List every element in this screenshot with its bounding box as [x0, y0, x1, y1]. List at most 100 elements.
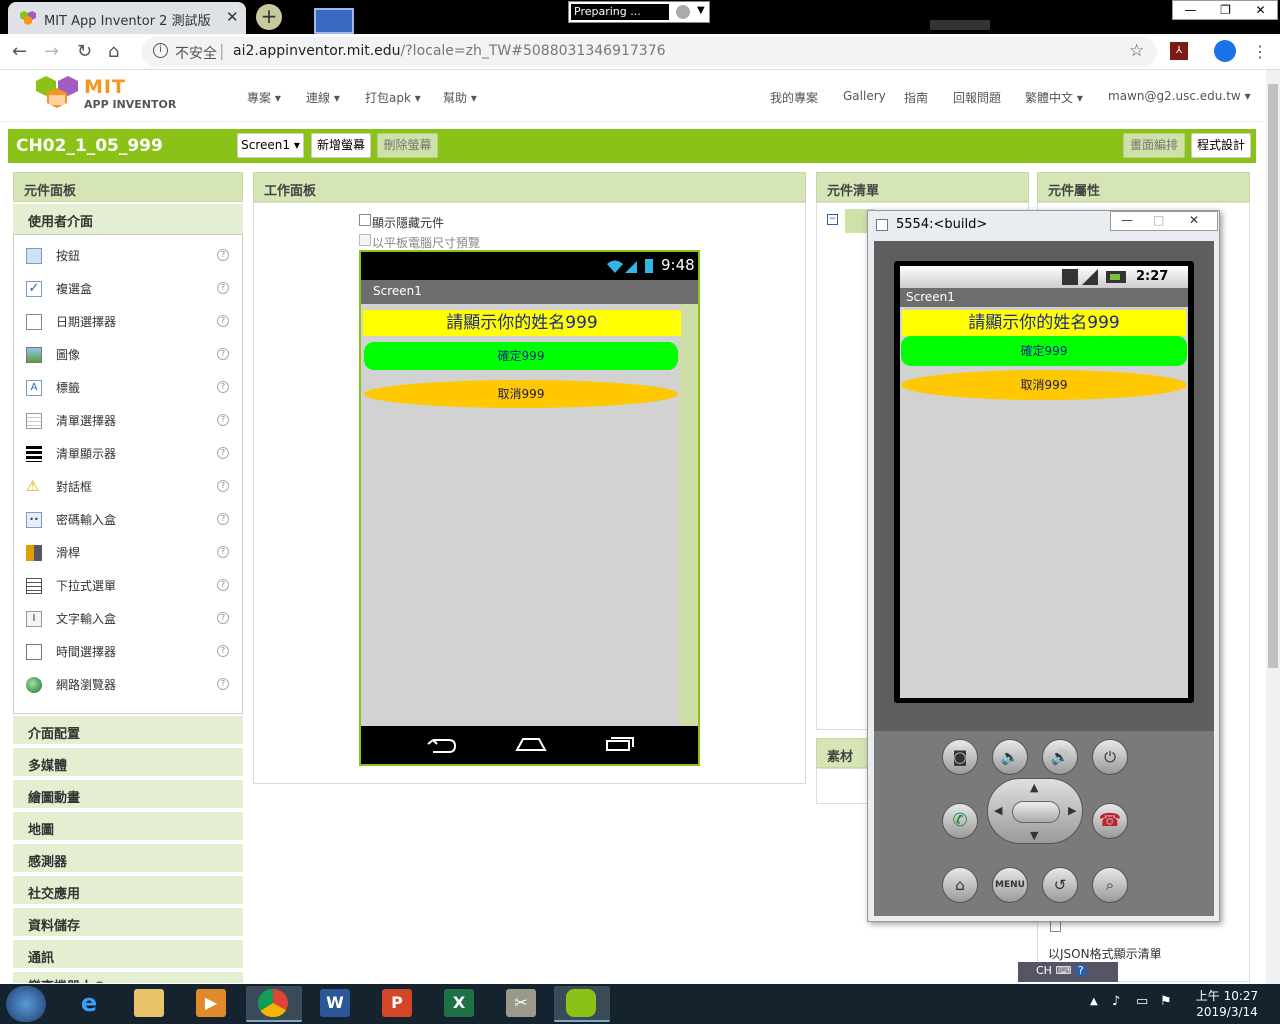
camera-icon[interactable]: ◙ — [942, 739, 978, 775]
menu-build[interactable]: 打包apk ▾ — [365, 89, 421, 106]
minimize-button[interactable]: — — [1173, 1, 1208, 19]
menu-my-projects[interactable]: 我的專案 — [770, 89, 818, 106]
preview-ok-button[interactable]: 確定999 — [364, 342, 678, 370]
drawer-storage[interactable]: 資料儲存 — [13, 908, 243, 938]
taskbar-word[interactable]: W — [308, 986, 364, 1022]
palette-item-webviewer[interactable]: 網路瀏覽器 ? — [26, 675, 236, 695]
tray-speaker-icon[interactable]: ♪ — [1112, 994, 1120, 1009]
close-window-button[interactable]: ✕ — [1243, 1, 1278, 19]
taskbar-snipping[interactable]: ✂ — [494, 986, 550, 1022]
tablet-preview-checkbox[interactable] — [359, 234, 371, 246]
help-icon[interactable]: ? — [217, 249, 229, 261]
info-icon[interactable]: i — [153, 43, 168, 58]
help-icon[interactable]: ? — [217, 381, 229, 393]
taskbar-powerpoint[interactable]: P — [370, 986, 426, 1022]
preview-cancel-button[interactable]: 取消999 — [364, 380, 678, 408]
emulator-ok-button[interactable]: 確定999 — [901, 336, 1187, 366]
menu-connect[interactable]: 連線 ▾ — [306, 89, 340, 106]
palette-item-notifier[interactable]: ⚠ 對話框 ? — [26, 477, 236, 497]
reload-icon[interactable]: ↻ — [77, 41, 92, 62]
taskbar-android-emulator[interactable] — [554, 986, 610, 1022]
search-key-icon[interactable]: ⌕ — [1092, 867, 1128, 903]
home-icon[interactable]: ⌂ — [108, 41, 119, 62]
json-checkbox[interactable] — [1050, 921, 1061, 932]
drawer-media[interactable]: 多媒體 — [13, 748, 243, 778]
dropdown-caret-icon[interactable]: ▼ — [697, 5, 705, 16]
palette-section-ui[interactable]: 使用者介面 — [13, 204, 243, 234]
emulator-cancel-button[interactable]: 取消999 — [901, 370, 1187, 400]
pdf-extension-icon[interactable]: ⅄ — [1170, 42, 1188, 60]
phone-screen-title[interactable]: Screen1 — [361, 280, 698, 304]
app-inventor-logo-icon[interactable] — [36, 76, 78, 112]
dpad-right-icon[interactable]: ▶ — [1068, 804, 1076, 817]
drawer-sensors[interactable]: 感測器 — [13, 844, 243, 874]
remove-screen-button[interactable]: 刪除螢幕 — [377, 133, 438, 158]
emulator-maximize-button[interactable]: □ — [1153, 213, 1164, 227]
palette-item-label[interactable]: A 標籤 ? — [26, 378, 236, 398]
home-key-icon[interactable]: ⌂ — [942, 867, 978, 903]
menu-language[interactable]: 繁體中文 ▾ — [1025, 89, 1083, 106]
menu-gallery[interactable]: Gallery — [843, 89, 886, 103]
menu-project[interactable]: 專案 ▾ — [247, 89, 281, 106]
drawer-maps[interactable]: 地圖 — [13, 812, 243, 842]
taskbar-excel[interactable]: X — [432, 986, 488, 1022]
palette-item-listview[interactable]: 清單顯示器 ? — [26, 444, 236, 464]
url-text[interactable]: ai2.appinventor.mit.edu/?locale=zh_TW#50… — [233, 43, 666, 59]
help-icon[interactable]: ? — [217, 546, 229, 558]
taskbar-ie[interactable]: e — [62, 986, 118, 1022]
dpad[interactable]: ▲ ▼ ◀ ▶ — [987, 778, 1083, 844]
menu-account[interactable]: mawn@g2.usc.edu.tw ▾ — [1108, 89, 1251, 103]
browser-menu-icon[interactable]: ⋮ — [1252, 42, 1268, 61]
palette-item-textbox[interactable]: I 文字輸入盒 ? — [26, 609, 236, 629]
blocks-button[interactable]: 程式設計 — [1191, 133, 1251, 158]
help-icon[interactable]: ? — [217, 480, 229, 492]
emulator-close-button[interactable]: ✕ — [1189, 213, 1199, 227]
phone-scrollbar[interactable] — [679, 304, 698, 726]
preview-label[interactable]: 請顯示你的姓名999 — [363, 310, 681, 336]
ime-language-bar[interactable]: CH ⌨ ? — [1018, 962, 1118, 982]
power-icon[interactable]: ⏻ — [1092, 739, 1128, 775]
collapse-icon[interactable]: − — [827, 214, 838, 225]
palette-item-image[interactable]: 圖像 ? — [26, 345, 236, 365]
palette-item-button[interactable]: 按鈕 ? — [26, 246, 236, 266]
help-icon[interactable]: ? — [217, 612, 229, 624]
new-tab-button[interactable]: + — [256, 4, 282, 30]
tray-action-center-icon[interactable]: ⚑ — [1160, 994, 1172, 1009]
dpad-center-button[interactable] — [1012, 801, 1060, 823]
help-icon[interactable]: ? — [217, 579, 229, 591]
back-key-icon[interactable]: ↺ — [1042, 867, 1078, 903]
menu-report-issue[interactable]: 回報問題 — [953, 89, 1001, 106]
drawer-layout[interactable]: 介面配置 — [13, 716, 243, 746]
back-arrow-icon[interactable]: ← — [12, 41, 27, 62]
drawer-drawing[interactable]: 繪圖動畫 — [13, 780, 243, 810]
dpad-up-icon[interactable]: ▲ — [1030, 781, 1038, 794]
emulator-minimize-button[interactable]: — — [1121, 213, 1133, 227]
end-call-icon[interactable]: ☎ — [1092, 803, 1128, 839]
palette-item-datepicker[interactable]: 日期選擇器 ? — [26, 312, 236, 332]
page-scrollbar-thumb[interactable] — [1268, 84, 1278, 668]
forward-arrow-icon[interactable]: → — [44, 41, 59, 62]
dpad-down-icon[interactable]: ▼ — [1030, 829, 1038, 842]
designer-button[interactable]: 畫面編排 — [1123, 133, 1185, 158]
volume-up-icon[interactable]: 🔊 — [1042, 739, 1078, 775]
menu-key-button[interactable]: MENU — [992, 867, 1028, 903]
tab-close-icon[interactable]: ✕ — [226, 8, 239, 26]
help-icon[interactable]: ? — [217, 678, 229, 690]
help-icon[interactable]: ? — [217, 447, 229, 459]
drawer-social[interactable]: 社交應用 — [13, 876, 243, 906]
taskbar-chrome[interactable] — [246, 986, 302, 1022]
address-bar[interactable]: i 不安全 | ai2.appinventor.mit.edu/?locale=… — [141, 37, 1157, 67]
help-icon[interactable]: ? — [217, 315, 229, 327]
taskbar-media[interactable]: ▶ — [184, 986, 240, 1022]
palette-item-timepicker[interactable]: 時間選擇器 ? — [26, 642, 236, 662]
help-icon[interactable]: ? — [217, 513, 229, 525]
restore-button[interactable]: ❐ — [1208, 1, 1243, 19]
tray-network-icon[interactable]: ▭ — [1136, 994, 1148, 1009]
bookmark-star-icon[interactable]: ☆ — [1129, 41, 1144, 61]
help-icon[interactable]: ? — [217, 348, 229, 360]
taskbar-explorer[interactable] — [122, 986, 178, 1022]
help-icon[interactable]: ? — [217, 645, 229, 657]
palette-item-spinner[interactable]: 下拉式選單 ? — [26, 576, 236, 596]
tray-expand-icon[interactable]: ▲ — [1090, 996, 1098, 1007]
page-scrollbar[interactable] — [1266, 70, 1280, 984]
